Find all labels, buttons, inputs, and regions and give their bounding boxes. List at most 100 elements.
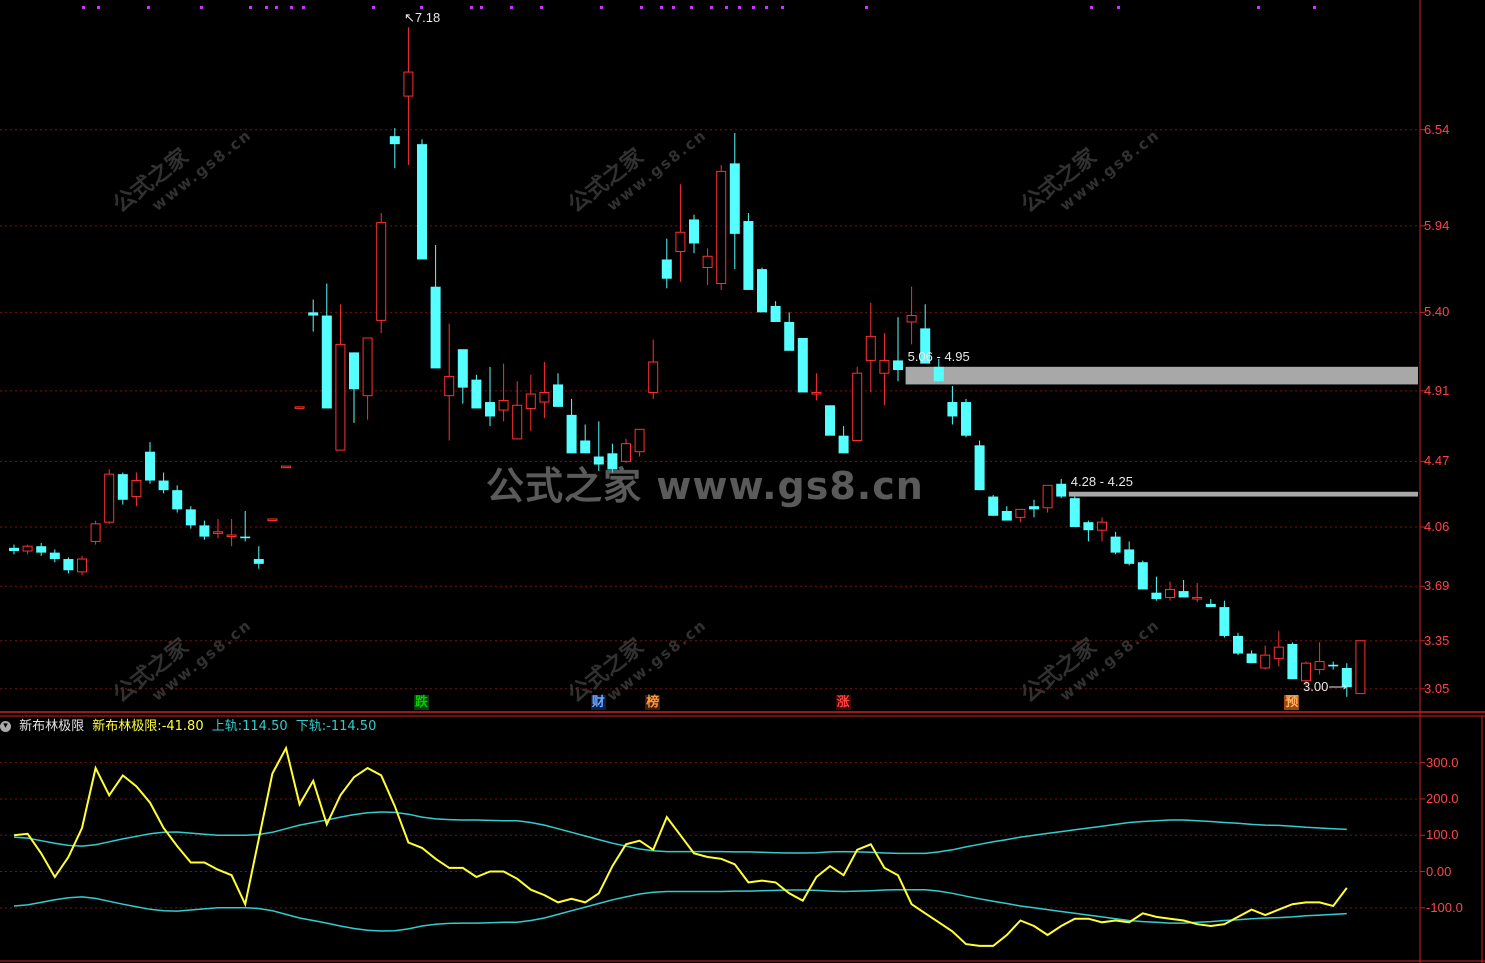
candle: [539, 362, 550, 419]
candle-body: [117, 474, 128, 500]
candle-body: [553, 384, 563, 407]
low-price-label: 3.00⟶: [1303, 679, 1347, 694]
candle: [702, 248, 713, 286]
chevron-down-icon[interactable]: ▾: [0, 721, 11, 732]
candle: [648, 339, 659, 399]
candle-body: [1314, 661, 1325, 671]
indicator-axis-label: 0.00: [1426, 863, 1452, 879]
candle: [1233, 632, 1243, 656]
candle-body: [131, 480, 142, 498]
candle: [1273, 631, 1284, 667]
candle: [9, 544, 19, 555]
candle: [158, 472, 169, 494]
candle-body: [1097, 521, 1107, 531]
candle-body: [797, 337, 808, 393]
candle: [1328, 661, 1339, 670]
candle-body: [961, 402, 971, 436]
candle-body: [757, 269, 767, 313]
candle: [770, 301, 781, 322]
price-axis-label: 3.69: [1424, 578, 1450, 594]
candle-body: [675, 231, 686, 252]
signal-dot: [1257, 6, 1260, 9]
indicator-lines[interactable]: [13, 745, 1348, 947]
signal-dot: [738, 6, 741, 9]
price-axis-label: 4.06: [1424, 519, 1450, 534]
candle: [335, 304, 346, 451]
upper-band-line: [13, 811, 1347, 855]
candle: [634, 428, 645, 457]
candle-body: [362, 337, 373, 397]
candle: [838, 426, 849, 454]
candle: [104, 469, 115, 524]
candle: [961, 398, 971, 438]
candle: [689, 214, 699, 254]
candle-body: [865, 335, 876, 361]
candle-body: [811, 391, 822, 395]
candle: [362, 337, 373, 420]
candle: [22, 544, 33, 555]
candle: [49, 549, 60, 563]
candle-body: [430, 286, 441, 369]
signal-dot: [672, 6, 675, 9]
candle: [675, 184, 686, 282]
candle: [471, 374, 482, 409]
price-axis-label: 6.54: [1424, 121, 1450, 137]
signal-dot: [540, 6, 543, 9]
candle-body: [1042, 484, 1053, 509]
candle: [417, 139, 427, 260]
signal-dot: [249, 6, 252, 9]
peak-price-label: ↖7.18: [404, 10, 441, 25]
upper-band-value: 114.50: [242, 719, 288, 734]
candle: [757, 267, 767, 313]
candle: [893, 317, 903, 382]
candle-body: [417, 144, 427, 260]
event-mark[interactable]: 财: [590, 695, 606, 710]
top-signal-dots: [0, 0, 1420, 12]
indicator-axis-label: 100.0: [1426, 827, 1459, 843]
candle-body: [879, 359, 890, 374]
candle: [716, 164, 727, 290]
candle: [1083, 520, 1094, 542]
event-mark[interactable]: 预: [1284, 695, 1300, 710]
candle: [485, 366, 495, 427]
candle: [145, 442, 155, 484]
candle-body: [9, 547, 19, 552]
candle: [1219, 600, 1230, 638]
event-mark[interactable]: 涨: [835, 695, 851, 710]
candle: [90, 520, 101, 545]
candle: [430, 245, 441, 369]
candle-body: [1124, 549, 1135, 564]
candle-body: [974, 445, 985, 491]
candle-body: [185, 509, 196, 526]
event-mark[interactable]: 跌: [414, 695, 430, 710]
candle: [1314, 642, 1325, 675]
candle-body: [702, 255, 713, 269]
event-mark[interactable]: 榜: [645, 695, 661, 710]
candle: [988, 494, 999, 516]
candle-body: [403, 71, 414, 97]
candle-body: [1083, 522, 1094, 531]
candle: [1069, 496, 1080, 527]
candle-body: [1151, 592, 1162, 600]
candle-body: [893, 360, 903, 371]
candle: [729, 132, 740, 270]
candle-body: [308, 312, 319, 316]
candle-body: [77, 558, 87, 573]
indicator-name[interactable]: 新布林极限: [19, 719, 84, 734]
candle: [1056, 478, 1067, 499]
signal-dot: [600, 6, 603, 9]
candle: [1178, 579, 1189, 598]
signal-dot: [147, 6, 150, 9]
signal-dot: [275, 6, 278, 9]
signal-dot: [200, 6, 203, 9]
candle-body: [444, 375, 455, 397]
candle: [389, 128, 400, 169]
candle: [1029, 499, 1039, 518]
candle: [267, 518, 278, 521]
candle: [525, 374, 536, 431]
candle: [553, 373, 563, 407]
candle: [743, 213, 754, 290]
lower-band-value: -114.50: [326, 719, 377, 734]
candle: [281, 465, 291, 469]
candle: [811, 373, 822, 401]
